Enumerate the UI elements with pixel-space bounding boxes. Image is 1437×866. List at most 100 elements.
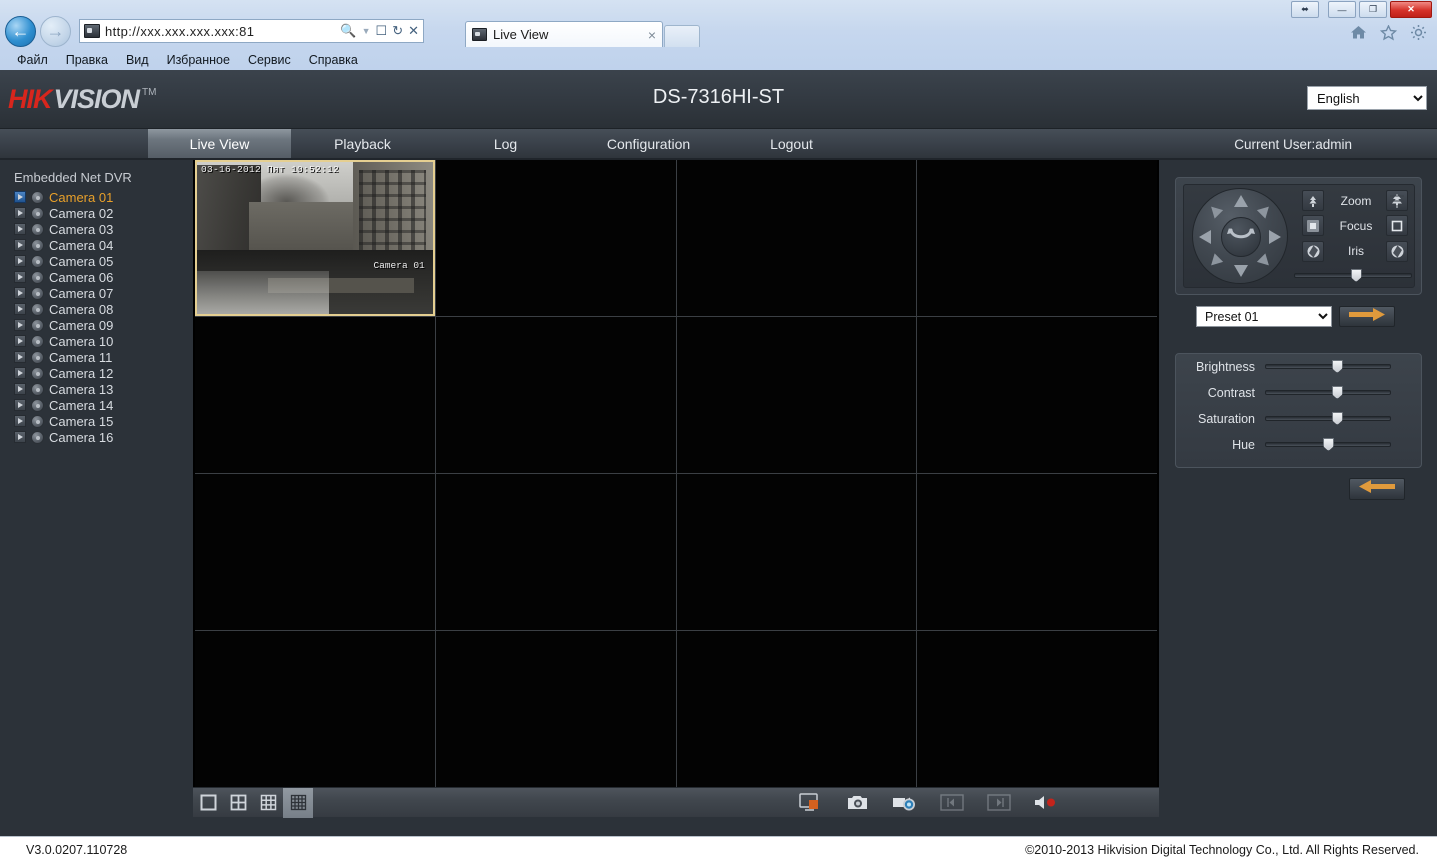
menu-item-edit[interactable]: Правка xyxy=(57,53,117,67)
camera-list-item[interactable]: Camera 16 xyxy=(14,429,192,445)
expand-play-icon[interactable] xyxy=(14,191,26,203)
image-setting-thumb[interactable] xyxy=(1332,360,1343,373)
stop-all-live-view-icon[interactable] xyxy=(798,792,824,814)
expand-play-icon[interactable] xyxy=(14,383,26,395)
image-setting-slider[interactable] xyxy=(1265,440,1391,450)
gear-icon[interactable] xyxy=(1410,24,1427,41)
close-icon[interactable]: × xyxy=(648,28,656,42)
ptz-down-arrow-icon[interactable] xyxy=(1234,265,1248,277)
video-cell[interactable] xyxy=(436,474,676,630)
image-setting-thumb[interactable] xyxy=(1332,386,1343,399)
video-cell[interactable] xyxy=(436,160,676,316)
video-cell[interactable] xyxy=(195,631,435,787)
tab-live-view[interactable]: Live View xyxy=(148,129,291,158)
expand-play-icon[interactable] xyxy=(14,351,26,363)
video-cell[interactable] xyxy=(436,317,676,473)
zoom-in-icon[interactable] xyxy=(1386,190,1408,211)
menu-item-file[interactable]: Файл xyxy=(8,53,57,67)
expand-play-icon[interactable] xyxy=(14,335,26,347)
ptz-right-arrow-icon[interactable] xyxy=(1269,230,1281,244)
layout-4x4-button[interactable] xyxy=(283,788,313,818)
camera-list-item[interactable]: Camera 07 xyxy=(14,285,192,301)
menu-item-favorites[interactable]: Избранное xyxy=(158,53,239,67)
forward-arrow-icon[interactable]: → xyxy=(40,16,71,47)
expand-play-icon[interactable] xyxy=(14,287,26,299)
restore-defaults-button[interactable] xyxy=(1349,478,1405,500)
image-setting-slider[interactable] xyxy=(1265,388,1391,398)
language-select[interactable]: English xyxy=(1307,86,1427,110)
video-cell[interactable] xyxy=(677,474,917,630)
star-icon[interactable] xyxy=(1380,25,1397,41)
next-page-icon[interactable] xyxy=(986,792,1012,814)
home-icon[interactable] xyxy=(1350,25,1367,40)
expand-play-icon[interactable] xyxy=(14,239,26,251)
camera-list-item[interactable]: Camera 09 xyxy=(14,317,192,333)
expand-play-icon[interactable] xyxy=(14,415,26,427)
ptz-up-left-arrow-icon[interactable] xyxy=(1207,202,1223,218)
video-cell[interactable] xyxy=(677,160,917,316)
tab-log[interactable]: Log xyxy=(434,129,577,158)
back-arrow-icon[interactable]: ← xyxy=(5,16,36,47)
video-cell[interactable] xyxy=(677,317,917,473)
camera-list-item[interactable]: Camera 08 xyxy=(14,301,192,317)
menu-item-help[interactable]: Справка xyxy=(300,53,367,67)
focus-far-icon[interactable] xyxy=(1386,215,1408,236)
video-cell[interactable] xyxy=(917,474,1157,630)
expand-play-icon[interactable] xyxy=(14,271,26,283)
layout-1x1-button[interactable] xyxy=(193,788,223,818)
iris-open-icon[interactable] xyxy=(1386,241,1408,262)
video-cell[interactable]: 03-16-2012 Пят 10:52:12Camera 01 xyxy=(195,160,435,316)
stop-icon[interactable]: ✕ xyxy=(408,23,419,39)
ptz-speed-thumb[interactable] xyxy=(1351,269,1362,282)
expand-play-icon[interactable] xyxy=(14,207,26,219)
tab-playback[interactable]: Playback xyxy=(291,129,434,158)
ptz-direction-pad[interactable] xyxy=(1192,188,1288,284)
ptz-up-arrow-icon[interactable] xyxy=(1234,195,1248,207)
search-icon[interactable]: 🔍 xyxy=(340,23,356,39)
camera-list-item[interactable]: Camera 05 xyxy=(14,253,192,269)
video-cell[interactable] xyxy=(917,160,1157,316)
new-tab-button[interactable] xyxy=(664,25,700,47)
video-cell[interactable] xyxy=(917,631,1157,787)
ptz-left-arrow-icon[interactable] xyxy=(1199,230,1211,244)
layout-3x3-button[interactable] xyxy=(253,788,283,818)
camera-list-item[interactable]: Camera 12 xyxy=(14,365,192,381)
camera-list-item[interactable]: Camera 10 xyxy=(14,333,192,349)
record-video-icon[interactable] xyxy=(892,792,918,814)
video-cell[interactable] xyxy=(917,317,1157,473)
browser-tab-live-view[interactable]: Live View × xyxy=(465,21,663,47)
expand-play-icon[interactable] xyxy=(14,255,26,267)
camera-list-item[interactable]: Camera 06 xyxy=(14,269,192,285)
chevron-down-icon[interactable]: ▼ xyxy=(362,26,371,36)
address-bar[interactable]: http://xxx.xxx.xxx.xxx:81 🔍 ▼ ☐ ↻ ✕ xyxy=(79,19,424,43)
expand-play-icon[interactable] xyxy=(14,399,26,411)
ptz-up-right-arrow-icon[interactable] xyxy=(1257,202,1273,218)
expand-play-icon[interactable] xyxy=(14,223,26,235)
camera-list-item[interactable]: Camera 15 xyxy=(14,413,192,429)
tab-configuration[interactable]: Configuration xyxy=(577,129,720,158)
zoom-out-icon[interactable] xyxy=(1302,190,1324,211)
previous-page-icon[interactable] xyxy=(939,792,965,814)
menu-item-tools[interactable]: Сервис xyxy=(239,53,300,67)
video-cell[interactable] xyxy=(436,631,676,787)
refresh-icon[interactable]: ↻ xyxy=(392,23,403,39)
expand-play-icon[interactable] xyxy=(14,431,26,443)
tab-logout[interactable]: Logout xyxy=(720,129,863,158)
camera-list-item[interactable]: Camera 04 xyxy=(14,237,192,253)
ptz-auto-scan-button[interactable] xyxy=(1221,217,1261,257)
audio-volume-icon[interactable] xyxy=(1033,792,1059,814)
video-cell[interactable] xyxy=(195,317,435,473)
image-setting-slider[interactable] xyxy=(1265,414,1391,424)
expand-play-icon[interactable] xyxy=(14,319,26,331)
layout-2x2-button[interactable] xyxy=(223,788,253,818)
expand-play-icon[interactable] xyxy=(14,367,26,379)
image-setting-slider[interactable] xyxy=(1265,362,1391,372)
image-setting-thumb[interactable] xyxy=(1332,412,1343,425)
video-cell[interactable] xyxy=(677,631,917,787)
expand-play-icon[interactable] xyxy=(14,303,26,315)
camera-list-item[interactable]: Camera 03 xyxy=(14,221,192,237)
ptz-down-right-arrow-icon[interactable] xyxy=(1257,253,1273,269)
compatibility-view-icon[interactable]: ☐ xyxy=(376,23,388,39)
image-setting-thumb[interactable] xyxy=(1323,438,1334,451)
ptz-speed-slider[interactable] xyxy=(1294,271,1412,279)
